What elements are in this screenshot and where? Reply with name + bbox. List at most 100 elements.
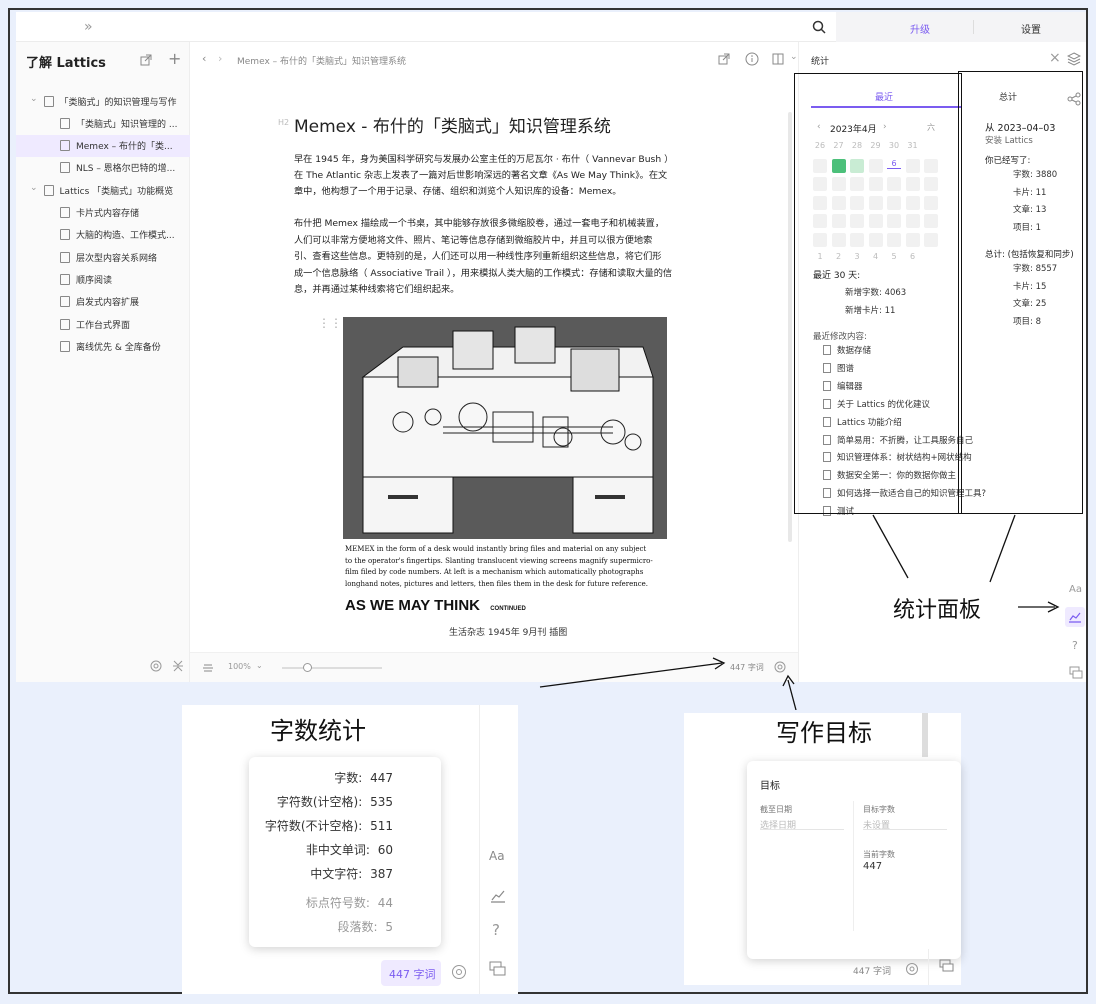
word-stat-label: 中文字符: <box>310 867 363 881</box>
chart-icon[interactable] <box>489 887 507 905</box>
share-icon[interactable] <box>718 53 730 65</box>
sidebar-item[interactable]: 层次型内容关系网络 <box>16 246 190 268</box>
target-input[interactable]: 未设置 <box>863 817 947 831</box>
writing-goal-icon[interactable] <box>905 962 919 976</box>
document-icon <box>60 140 70 152</box>
open-external-icon[interactable] <box>140 54 152 66</box>
text-line: 在 The Atlantic 杂志上发表了一篇对后世影响深远的著名文章《As W… <box>294 170 668 181</box>
split-view-icon[interactable] <box>772 53 784 65</box>
sidebar-item[interactable]: 大脑的构造、工作模式... <box>16 224 190 246</box>
divider <box>973 20 974 34</box>
topbar-right-area <box>836 12 1086 42</box>
document-icon <box>43 95 54 107</box>
scrollbar[interactable] <box>788 112 792 542</box>
sidebar-item-label: 大脑的构造、工作模式... <box>76 231 175 242</box>
sidebar-item-label: Lattics 「类脑式」功能概览 <box>59 186 174 197</box>
comments-icon[interactable] <box>489 961 507 977</box>
word-count-badge[interactable]: 447 字词 <box>381 960 441 986</box>
document-icon <box>43 184 54 196</box>
deadline-input[interactable]: 选择日期 <box>760 817 844 831</box>
sidebar-item[interactable]: 离线优先 & 全库备份 <box>16 335 190 357</box>
zoom-slider-knob[interactable] <box>303 663 312 672</box>
text-line: 章中，他构想了一个用于记录、存储、组织和浏览个人知识库的设备：Memex。 <box>294 186 622 197</box>
zoom-value[interactable]: 100% <box>228 662 251 671</box>
scrollbar[interactable] <box>922 713 928 757</box>
target-label: 目标字数 <box>863 805 895 814</box>
text-line: 布什把 Memex 描绘成一个书桌，其中能够存放很多微缩胶卷，通过一套电子和机械… <box>294 218 665 229</box>
word-stat-value: 447 <box>366 771 393 785</box>
font-settings-icon[interactable]: Aa <box>489 849 505 863</box>
zoom-slider[interactable] <box>282 663 382 672</box>
help-icon[interactable]: ? <box>492 921 500 939</box>
paragraph-2[interactable]: 布什把 Memex 描绘成一个书桌，其中能够存放很多微缩胶卷，通过一套电子和机械… <box>294 216 714 299</box>
back-icon[interactable]: ‹ <box>202 52 206 65</box>
word-stat-value: 511 <box>366 819 393 833</box>
word-stat-value: 44 <box>373 896 393 910</box>
target-icon[interactable] <box>150 660 162 672</box>
comments-icon[interactable] <box>939 959 955 973</box>
sidebar-item[interactable]: 启发式内容扩展 <box>16 291 190 313</box>
search-icon[interactable] <box>812 20 826 34</box>
document-icon <box>60 318 70 330</box>
sidebar-item[interactable]: ⌄ Lattics 「类脑式」功能概览 <box>16 179 190 201</box>
breadcrumb[interactable]: Memex – 布什的「类脑式」知识管理系统 <box>237 54 406 67</box>
expand-sidebar-icon[interactable]: » <box>84 20 93 34</box>
sidebar-item[interactable]: NLS – 恩格尔巴特的增... <box>16 157 190 179</box>
zoom-chevron-icon[interactable]: ⌄ <box>256 661 263 670</box>
sidebar-item[interactable]: 工作台式界面 <box>16 313 190 335</box>
sidebar-item-label: 离线优先 & 全库备份 <box>76 342 161 353</box>
sidebar-item[interactable]: 顺序阅读 <box>16 268 190 290</box>
word-stat-value: 60 <box>373 843 393 857</box>
word-stat-label: 字数: <box>334 771 363 785</box>
annotation-box-recent <box>794 73 962 514</box>
document-icon <box>60 273 70 285</box>
forward-icon[interactable]: › <box>218 52 222 65</box>
sidebar: 了解 Lattics + ⌄ 「类脑式」的知识管理与写作 「类脑式」知识管理的 ..… <box>16 42 190 682</box>
info-icon[interactable] <box>745 52 759 66</box>
paragraph-1[interactable]: 早在 1945 年，身为美国科学研究与发展办公室主任的万尼瓦尔 · 布什（ Va… <box>294 152 714 200</box>
chevron-down-icon[interactable]: ⌄ <box>790 52 798 62</box>
annotation-stats-panel: 统计面板 <box>893 598 982 623</box>
heading-tag: H2 <box>278 118 290 127</box>
chevron-down-icon[interactable]: ⌄ <box>30 94 38 104</box>
word-card-sidebar: Aa ? <box>479 705 518 994</box>
document-icon <box>60 251 70 263</box>
settings-button[interactable]: 设置 <box>1021 21 1041 36</box>
target-placeholder: 未设置 <box>863 821 891 831</box>
word-stat-row: 标点符号数: 44 <box>306 894 393 911</box>
word-stat-value: 535 <box>366 795 393 809</box>
word-stat-label: 标点符号数: <box>305 896 370 910</box>
document-icon <box>60 340 70 352</box>
image-title: AS WE MAY THINK CONTINUED <box>345 597 526 614</box>
collapse-icon[interactable] <box>172 660 184 672</box>
close-icon[interactable]: × <box>1049 50 1061 66</box>
sidebar-item[interactable]: 「类脑式」知识管理的 ... <box>16 112 190 134</box>
sidebar-item[interactable]: Memex – 布什的「类... <box>16 134 190 157</box>
goal-title: 目标 <box>760 781 780 792</box>
add-icon[interactable]: + <box>168 49 181 68</box>
layers-icon[interactable] <box>1067 52 1081 66</box>
upgrade-button[interactable]: 升级 <box>910 21 930 36</box>
document-title[interactable]: Memex - 布什的「类脑式」知识管理系统 <box>294 112 611 137</box>
document-icon <box>60 162 70 174</box>
chevron-down-icon[interactable]: ⌄ <box>30 183 38 193</box>
writing-goal-icon[interactable] <box>451 964 467 980</box>
word-stat-row: 字符数(不计空格): 511 <box>265 817 393 834</box>
strikethrough-icon[interactable] <box>202 662 214 674</box>
deadline-label: 截至日期 <box>760 805 792 814</box>
sidebar-item[interactable]: 卡片式内容存储 <box>16 202 190 224</box>
text-line: 成一个信息脉络（ Associative Trail ），用来模拟人类大脑的工作… <box>294 267 673 279</box>
annotation-writing-goal: 写作目标 <box>776 719 872 747</box>
text-line: 息，并再通过某种线索将它们组织起来。 <box>294 284 460 295</box>
word-count-badge-label: 447 字词 <box>389 968 436 981</box>
sidebar-item[interactable]: ⌄ 「类脑式」的知识管理与写作 <box>16 90 190 112</box>
memex-desk-illustration <box>343 317 667 539</box>
drag-handle-icon[interactable]: ⋮⋮ <box>318 316 342 330</box>
word-stats-popup: 字数: 447 字符数(计空格): 535 字符数(不计空格): 511 非中文单词:… <box>249 757 441 947</box>
word-stat-row: 非中文单词: 60 <box>306 841 393 858</box>
memex-image[interactable] <box>343 317 667 539</box>
goal-card-sidebar <box>928 949 961 985</box>
word-count-badge[interactable]: 447 字词 <box>853 964 891 977</box>
sidebar-item-label: 卡片式内容存储 <box>76 209 140 219</box>
annotation-arrows <box>539 514 1060 710</box>
